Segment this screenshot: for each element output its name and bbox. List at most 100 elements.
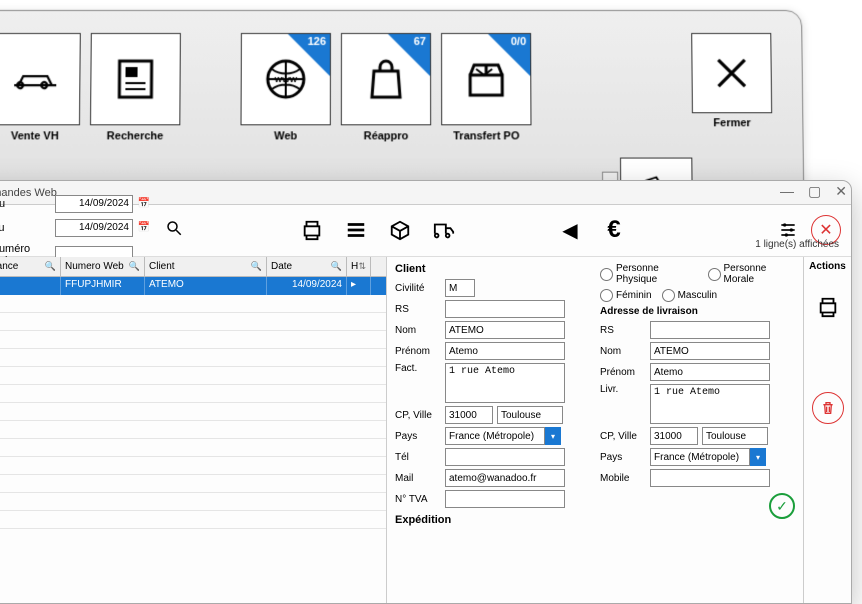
rs-input[interactable] <box>445 300 565 318</box>
close-icon <box>709 51 754 95</box>
radio-masculin[interactable] <box>662 289 675 302</box>
livr-cpville-label: CP, Ville <box>600 431 646 442</box>
chevron-down-icon[interactable]: ▾ <box>545 427 561 445</box>
tile-label: Réappro <box>342 130 430 142</box>
civilite-input[interactable] <box>445 279 475 297</box>
radio-feminin[interactable] <box>600 289 613 302</box>
tile-web[interactable]: 126 WWW Web <box>241 33 331 125</box>
date-au-input[interactable] <box>55 219 133 237</box>
livr-prenom-label: Prénom <box>600 367 646 378</box>
form-panel: Client Civilité RS Nom <box>387 257 851 603</box>
car-icon <box>11 55 60 103</box>
prenom-input[interactable] <box>445 342 565 360</box>
livr-nom-input[interactable] <box>650 342 770 360</box>
cp-input[interactable] <box>445 406 493 424</box>
tile-recherche[interactable]: Recherche <box>90 33 181 125</box>
calendar-icon[interactable]: 📅 <box>137 197 151 211</box>
radio-morale[interactable] <box>708 268 721 281</box>
livraison-header: Adresse de livraison <box>600 306 795 317</box>
minimize-button[interactable]: — <box>780 183 794 200</box>
cell-numero: FFUPJHMIR <box>61 277 145 295</box>
tile-transfert[interactable]: 0/0 Transfert PO <box>441 33 531 125</box>
actions-panel: Actions <box>803 257 851 603</box>
chevron-down-icon[interactable]: ▾ <box>750 448 766 466</box>
tel-input[interactable] <box>445 448 565 466</box>
maximize-button[interactable]: ▢ <box>808 183 821 200</box>
livr-nom-label: Nom <box>600 346 646 357</box>
table-header: Provenance🔍 Numero Web🔍 Client🔍 Date🔍 H⇅ <box>0 257 386 277</box>
badge-text: 0/0 <box>511 36 526 48</box>
pays-label: Pays <box>395 431 441 442</box>
filter-du-label: Du <box>0 198 51 210</box>
livr-prenom-input[interactable] <box>650 363 770 381</box>
col-numero[interactable]: Numero Web🔍 <box>61 257 145 276</box>
fact-input[interactable] <box>445 363 565 403</box>
action-delete-button[interactable] <box>812 392 844 424</box>
civilite-label: Civilité <box>395 283 441 294</box>
pays-combo[interactable] <box>445 427 545 445</box>
tile-label: Transfert PO <box>442 130 530 142</box>
settings-sliders-icon[interactable] <box>777 219 799 241</box>
cell-client: ATEMO <box>145 277 267 295</box>
close-window-button[interactable]: ✕ <box>835 183 847 200</box>
col-h[interactable]: H⇅ <box>347 257 371 276</box>
table-body: OWEB FFUPJHMIR ATEMO 14/09/2024 ▸ <box>0 277 386 603</box>
livraison-column: Personne Physique Personne Morale Fémini… <box>600 263 795 530</box>
commandes-web-window: Commandes Web — ▢ ✕ ▾ Du 📅 ▾ Au 📅 <box>0 180 852 604</box>
package-icon[interactable] <box>389 219 411 241</box>
livr-rs-input[interactable] <box>650 321 770 339</box>
livr-addr-input[interactable] <box>650 384 770 424</box>
tile-label: Web <box>241 130 329 142</box>
tile-vente-vh[interactable]: Vente VH <box>0 33 81 125</box>
toolbar: ▾ Du 📅 ▾ Au 📅 ▾ Numéro web <box>0 205 851 257</box>
tile-fermer[interactable] <box>691 33 772 113</box>
tile-label: Recherche <box>91 130 179 142</box>
document-icon <box>111 55 159 103</box>
action-print-button[interactable] <box>813 292 843 322</box>
col-date[interactable]: Date🔍 <box>267 257 347 276</box>
cell-provenance: OWEB <box>0 277 61 295</box>
badge-text: 126 <box>308 36 326 48</box>
ville-input[interactable] <box>497 406 563 424</box>
euro-icon[interactable]: € <box>603 219 625 241</box>
filter-au-label: Au <box>0 222 51 234</box>
back-arrow-icon[interactable]: ◀ <box>559 219 581 241</box>
truck-icon[interactable] <box>433 219 455 241</box>
livr-cp-input[interactable] <box>650 427 698 445</box>
client-header: Client <box>395 263 590 275</box>
cell-date: 14/09/2024 <box>267 277 347 295</box>
tile-reappro[interactable]: 67 Réappro <box>341 33 431 125</box>
date-du-input[interactable] <box>55 195 133 213</box>
confirm-button[interactable]: ✓ <box>769 493 795 519</box>
nom-label: Nom <box>395 325 441 336</box>
mobile-input[interactable] <box>650 469 770 487</box>
tile-label: Fermer <box>692 117 772 129</box>
print-icon[interactable] <box>301 219 323 241</box>
result-count: 1 ligne(s) affichées <box>755 239 839 250</box>
livr-pays-combo[interactable] <box>650 448 750 466</box>
svg-text:WWW: WWW <box>274 75 297 84</box>
tile-row: Vente VH Recherche 126 WWW Web 67 Réappr… <box>0 11 802 125</box>
mail-label: Mail <box>395 473 441 484</box>
client-column: Client Civilité RS Nom <box>395 263 590 530</box>
livr-rs-label: RS <box>600 325 646 336</box>
nom-input[interactable] <box>445 321 565 339</box>
personne-type-radio: Personne Physique Personne Morale <box>600 263 795 285</box>
livr-ville-input[interactable] <box>702 427 768 445</box>
genre-radio: Féminin Masculin <box>600 289 795 302</box>
livr-addr-label: Livr. <box>600 384 646 395</box>
col-provenance[interactable]: Provenance🔍 <box>0 257 61 276</box>
content-area: Provenance🔍 Numero Web🔍 Client🔍 Date🔍 H⇅… <box>0 257 851 603</box>
calendar-icon[interactable]: 📅 <box>137 221 151 235</box>
radio-physique[interactable] <box>600 268 613 281</box>
mail-input[interactable] <box>445 469 565 487</box>
table-row[interactable]: OWEB FFUPJHMIR ATEMO 14/09/2024 ▸ <box>0 277 386 295</box>
mobile-label: Mobile <box>600 473 646 484</box>
prenom-label: Prénom <box>395 346 441 357</box>
menu-icon[interactable] <box>345 219 367 241</box>
search-icon[interactable] <box>163 217 185 239</box>
tva-input[interactable] <box>445 490 565 508</box>
table-panel: Provenance🔍 Numero Web🔍 Client🔍 Date🔍 H⇅… <box>0 257 387 603</box>
filter-block: ▾ Du 📅 ▾ Au 📅 ▾ Numéro web <box>0 195 185 267</box>
col-client[interactable]: Client🔍 <box>145 257 267 276</box>
